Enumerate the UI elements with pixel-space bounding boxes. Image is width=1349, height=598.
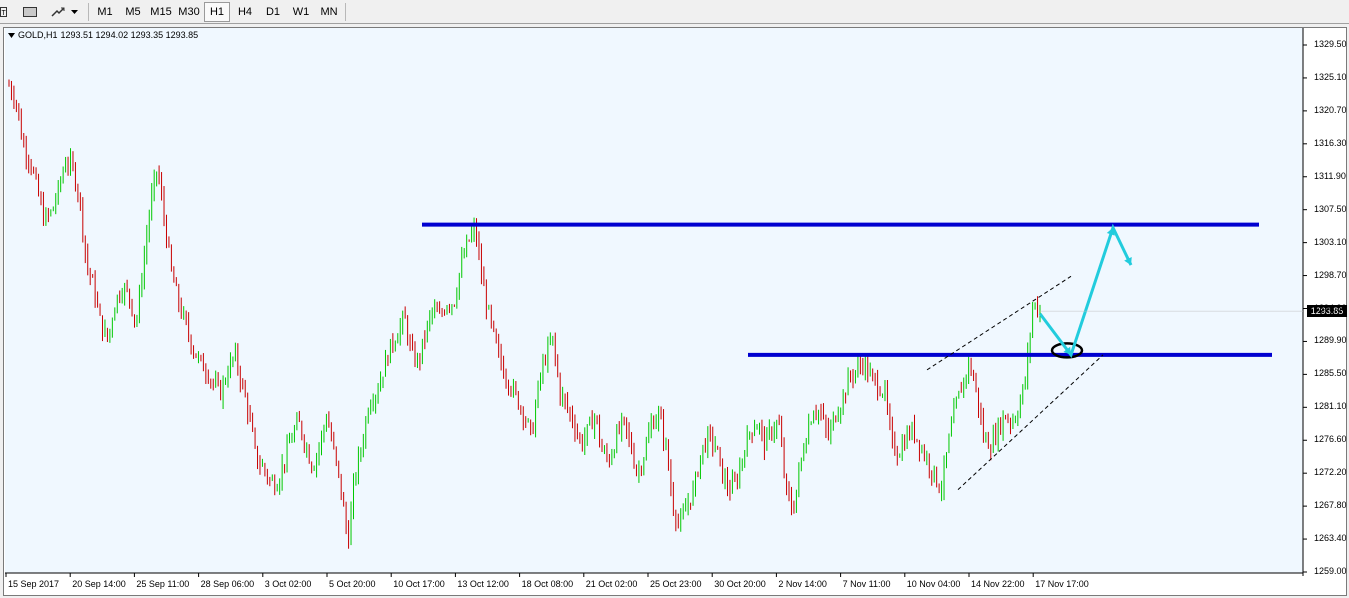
- timeframe-mn[interactable]: MN: [316, 2, 342, 22]
- chart-plot-area: [5, 28, 1303, 573]
- svg-text:T: T: [2, 10, 7, 17]
- symbol-name: GOLD,H1: [18, 30, 58, 40]
- y-tick-label: 1307.50: [1314, 203, 1347, 214]
- price-chart[interactable]: [3, 27, 1347, 596]
- rectangle-tool-icon[interactable]: [20, 2, 40, 22]
- y-tick-label: 1294.30: [1314, 302, 1347, 313]
- y-tick-label: 1281.10: [1314, 401, 1347, 412]
- toolbar-separator: [88, 3, 89, 21]
- y-tick-label: 1303.10: [1314, 236, 1347, 247]
- x-tick-label: 25 Oct 23:00: [650, 579, 702, 589]
- toolbar-separator: [345, 3, 346, 21]
- timeframe-h4[interactable]: H4: [232, 2, 258, 22]
- x-tick-label: 13 Oct 12:00: [457, 579, 509, 589]
- y-tick-label: 1325.10: [1314, 71, 1347, 82]
- timeframe-h1[interactable]: H1: [204, 2, 230, 22]
- symbol-info: GOLD,H1 1293.51 1294.02 1293.35 1293.85: [8, 30, 198, 40]
- x-tick-label: 5 Oct 20:00: [329, 579, 376, 589]
- y-tick-label: 1267.80: [1314, 500, 1347, 511]
- y-tick-label: 1320.70: [1314, 104, 1347, 115]
- x-tick-label: 14 Nov 22:00: [971, 579, 1025, 589]
- y-tick-label: 1298.70: [1314, 269, 1347, 280]
- text-tool-icon[interactable]: T: [0, 2, 8, 22]
- dropdown-arrow-icon[interactable]: [69, 2, 79, 22]
- x-tick-label: 18 Oct 08:00: [521, 579, 574, 589]
- y-tick-label: 1272.20: [1314, 467, 1347, 478]
- x-tick-label: 15 Sep 2017: [8, 579, 60, 589]
- x-tick-label: 30 Oct 20:00: [714, 579, 766, 589]
- x-tick-label: 10 Nov 04:00: [906, 579, 961, 589]
- x-tick-label: 20 Sep 14:00: [72, 579, 126, 589]
- timeframe-m15[interactable]: M15: [148, 2, 174, 22]
- timeframe-m1[interactable]: M1: [93, 2, 117, 22]
- timeframe-w1[interactable]: W1: [288, 2, 314, 22]
- x-tick-label: 21 Oct 02:00: [585, 579, 638, 589]
- y-tick-label: 1276.60: [1314, 434, 1347, 445]
- y-tick-label: 1263.40: [1314, 533, 1347, 544]
- x-tick-label: 2 Nov 14:00: [778, 579, 827, 589]
- y-tick-label: 1311.90: [1314, 170, 1346, 181]
- y-tick-label: 1329.50: [1314, 39, 1347, 49]
- x-tick-label: 28 Sep 06:00: [200, 579, 255, 589]
- y-tick-label: 1289.90: [1314, 335, 1347, 346]
- x-tick-label: 7 Nov 11:00: [842, 579, 891, 589]
- timeframe-m5[interactable]: M5: [120, 2, 146, 22]
- timeframe-m30[interactable]: M30: [176, 2, 202, 22]
- collapse-arrow-icon[interactable]: [8, 32, 15, 38]
- y-tick-label: 1285.50: [1314, 368, 1347, 379]
- drawing-tools-icon[interactable]: [48, 2, 68, 22]
- ohlc-values: 1293.51 1294.02 1293.35 1293.85: [60, 30, 199, 40]
- y-tick-label: 1259.00: [1314, 566, 1347, 576]
- timeframe-d1[interactable]: D1: [260, 2, 286, 22]
- x-tick-label: 10 Oct 17:00: [393, 579, 445, 589]
- x-tick-label: 17 Nov 17:00: [1035, 579, 1089, 589]
- x-tick-label: 3 Oct 02:00: [264, 579, 312, 589]
- x-tick-label: 25 Sep 11:00: [136, 579, 190, 589]
- chart-toolbar: T M1 M5 M15 M30 H1 H4 D1 W1 MN: [0, 0, 1349, 24]
- y-tick-label: 1316.30: [1314, 137, 1347, 148]
